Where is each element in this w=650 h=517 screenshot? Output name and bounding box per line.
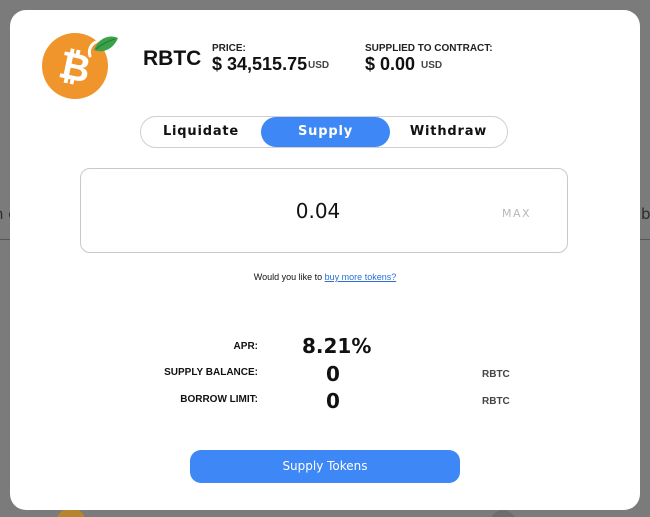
background-divider — [640, 239, 650, 240]
supply-balance-label: SUPPLY BALANCE: — [164, 367, 258, 378]
price-label: PRICE: — [212, 43, 246, 54]
buy-tokens-prompt: Would you like to buy more tokens? — [10, 272, 640, 282]
tab-liquidate[interactable]: Liquidate — [141, 117, 261, 147]
buy-prompt-text: Would you like to — [253, 272, 323, 282]
supply-balance-value: 0 — [326, 362, 340, 386]
bitcoin-with-leaf-icon: ₿ — [42, 26, 118, 102]
price-value: $ 34,515.75 — [212, 54, 308, 74]
apr-label: APR: — [233, 341, 258, 352]
price-unit: USD — [308, 60, 330, 71]
token-name: RBTC — [143, 47, 202, 70]
supplied-value: $ 0.00 — [365, 54, 416, 74]
background-divider — [0, 239, 10, 240]
supplied-label: SUPPLIED TO CONTRACT: — [365, 43, 493, 54]
tab-withdraw[interactable]: Withdraw — [390, 117, 507, 147]
tab-supply[interactable]: Supply — [261, 117, 390, 147]
borrow-limit-label: BORROW LIMIT: — [180, 394, 258, 405]
supply-balance-unit: RBTC — [482, 369, 510, 380]
background-avatar — [490, 510, 516, 517]
apr-value: 8.21% — [302, 334, 372, 358]
amount-input[interactable]: 0.04 MAX — [80, 168, 568, 253]
borrow-limit-unit: RBTC — [482, 396, 510, 407]
borrow-limit-value: 0 — [326, 389, 340, 413]
background-text-fragment: b — [641, 205, 650, 223]
supply-modal: ₿ RBTC PRICE: $ 34,515.75 USD SUPPLIED T… — [10, 10, 640, 510]
buy-more-tokens-link[interactable]: buy more tokens? — [325, 272, 397, 282]
amount-value[interactable]: 0.04 — [81, 199, 555, 223]
supply-tokens-button[interactable]: Supply Tokens — [190, 450, 460, 483]
supplied-unit: USD — [421, 60, 443, 71]
action-tabs: Liquidate Supply Withdraw — [140, 116, 508, 148]
max-button[interactable]: MAX — [502, 207, 531, 220]
